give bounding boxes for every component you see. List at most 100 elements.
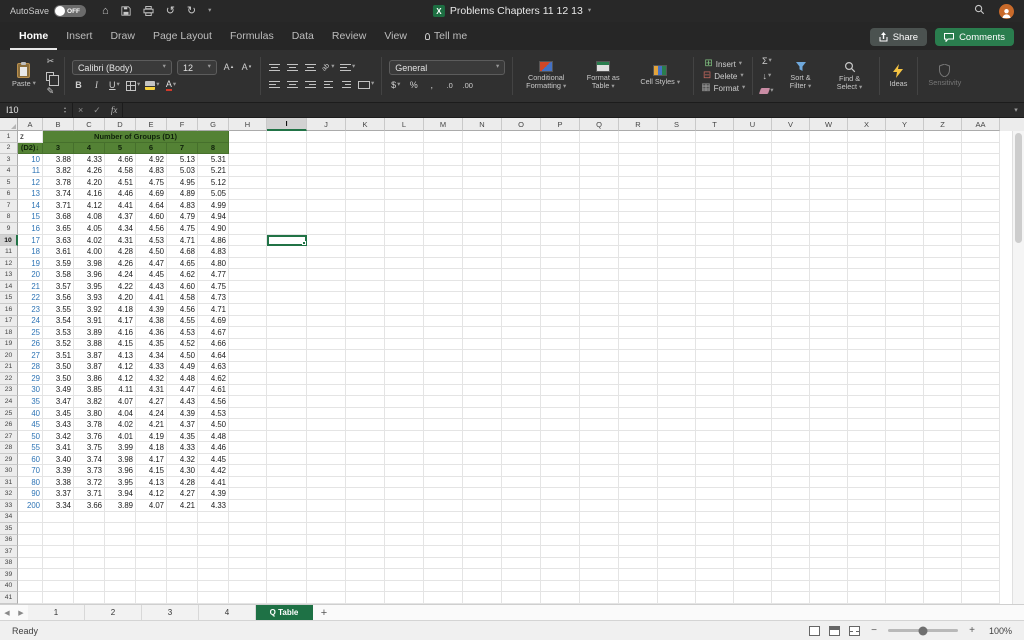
cell-Z37[interactable]: [924, 546, 962, 558]
cell-AA33[interactable]: [962, 500, 1000, 512]
cell-K26[interactable]: [346, 419, 385, 431]
cell-T30[interactable]: [696, 465, 734, 477]
tab-home[interactable]: Home: [10, 25, 58, 50]
cell-M26[interactable]: [424, 419, 463, 431]
cell-J19[interactable]: [307, 338, 346, 351]
row-header-34[interactable]: 34: [0, 511, 18, 524]
row-header-33[interactable]: 33: [0, 500, 18, 512]
cell-S7[interactable]: [658, 200, 696, 212]
formula-bar-expand-icon[interactable]: ▾: [1008, 106, 1024, 114]
cell-K3[interactable]: [346, 154, 385, 166]
cell-D14[interactable]: 4.22: [105, 280, 136, 293]
cell-Q22[interactable]: [580, 373, 619, 385]
cell-V23[interactable]: [772, 384, 810, 397]
cell-A23[interactable]: 30: [18, 384, 43, 397]
cell-S31[interactable]: [658, 476, 696, 489]
cell-L8[interactable]: [385, 211, 424, 224]
cell-C34[interactable]: [74, 511, 105, 524]
cell-X26[interactable]: [848, 419, 886, 431]
cell-W13[interactable]: [810, 269, 848, 281]
cell-J29[interactable]: [307, 453, 346, 466]
column-header-X[interactable]: X: [848, 118, 886, 131]
cell-Z41[interactable]: [924, 592, 962, 604]
cell-K20[interactable]: [346, 350, 385, 362]
cell-A28[interactable]: 55: [18, 442, 43, 454]
cell-J13[interactable]: [307, 269, 346, 281]
cell-I29[interactable]: [267, 453, 307, 466]
cell-O7[interactable]: [502, 200, 541, 212]
cell-Q14[interactable]: [580, 280, 619, 293]
cell-Q1[interactable]: [580, 131, 619, 143]
row-header-10[interactable]: 10: [0, 234, 18, 247]
cell-L34[interactable]: [385, 511, 424, 524]
cell-V1[interactable]: [772, 131, 810, 143]
cell-Q3[interactable]: [580, 154, 619, 166]
column-header-Z[interactable]: Z: [924, 118, 962, 131]
cell-A19[interactable]: 26: [18, 338, 43, 351]
cell-N18[interactable]: [463, 327, 502, 339]
cell-J22[interactable]: [307, 373, 346, 385]
cell-R18[interactable]: [619, 327, 658, 339]
page-break-view-icon[interactable]: [849, 625, 860, 636]
cell-W32[interactable]: [810, 488, 848, 500]
cell-P9[interactable]: [541, 223, 580, 235]
cell-AA3[interactable]: [962, 154, 1000, 166]
cell-U3[interactable]: [734, 154, 772, 166]
cell-K21[interactable]: [346, 361, 385, 374]
cell-A11[interactable]: 18: [18, 246, 43, 258]
cell-V33[interactable]: [772, 500, 810, 512]
align-middle-button[interactable]: [286, 61, 299, 74]
cell-E17[interactable]: 4.38: [136, 315, 167, 328]
cell-D21[interactable]: 4.12: [105, 361, 136, 374]
cell-B16[interactable]: 3.55: [43, 303, 74, 316]
fill-button[interactable]: ↓ ▾: [760, 70, 773, 83]
cell-A18[interactable]: 25: [18, 327, 43, 339]
cell-B14[interactable]: 3.57: [43, 280, 74, 293]
cell-W2[interactable]: [810, 142, 848, 155]
cell-C8[interactable]: 4.08: [74, 211, 105, 224]
cell-E12[interactable]: 4.47: [136, 257, 167, 270]
vertical-scrollbar[interactable]: [1012, 131, 1024, 604]
cell-Q39[interactable]: [580, 569, 619, 581]
cell-A38[interactable]: [18, 557, 43, 570]
cell-L38[interactable]: [385, 557, 424, 570]
cell-K10[interactable]: [346, 234, 385, 247]
column-header-M[interactable]: M: [424, 118, 463, 131]
cell-F18[interactable]: 4.53: [167, 327, 198, 339]
cell-M7[interactable]: [424, 200, 463, 212]
cell-P6[interactable]: [541, 188, 580, 201]
cell-P28[interactable]: [541, 442, 580, 454]
cell-L28[interactable]: [385, 442, 424, 454]
cell-W35[interactable]: [810, 523, 848, 535]
cell-E20[interactable]: 4.34: [136, 350, 167, 362]
cell-M1[interactable]: [424, 131, 463, 143]
cell-V10[interactable]: [772, 234, 810, 247]
cell-E29[interactable]: 4.17: [136, 453, 167, 466]
cell-U23[interactable]: [734, 384, 772, 397]
cell-H39[interactable]: [229, 569, 267, 581]
cell-A30[interactable]: 70: [18, 465, 43, 477]
cell-I25[interactable]: [267, 407, 307, 420]
cell-J39[interactable]: [307, 569, 346, 581]
cell-AA30[interactable]: [962, 465, 1000, 477]
cell-S21[interactable]: [658, 361, 696, 374]
cell-D11[interactable]: 4.28: [105, 246, 136, 258]
cell-T31[interactable]: [696, 476, 734, 489]
cell-U26[interactable]: [734, 419, 772, 431]
underline-button[interactable]: U ▾: [108, 79, 121, 92]
cell-V8[interactable]: [772, 211, 810, 224]
cell-N39[interactable]: [463, 569, 502, 581]
cell-W5[interactable]: [810, 177, 848, 189]
cell-L3[interactable]: [385, 154, 424, 166]
cell-P37[interactable]: [541, 546, 580, 558]
fill-color-button[interactable]: ▾: [145, 79, 159, 92]
cell-W18[interactable]: [810, 327, 848, 339]
cell-U41[interactable]: [734, 592, 772, 604]
cell-I9[interactable]: [267, 223, 307, 235]
cell-T35[interactable]: [696, 523, 734, 535]
row-header-35[interactable]: 35: [0, 523, 18, 535]
cell-Y25[interactable]: [886, 407, 924, 420]
format-as-table-button[interactable]: Format as Table ▾: [577, 61, 629, 91]
cell-H3[interactable]: [229, 154, 267, 166]
cell-AA19[interactable]: [962, 338, 1000, 351]
